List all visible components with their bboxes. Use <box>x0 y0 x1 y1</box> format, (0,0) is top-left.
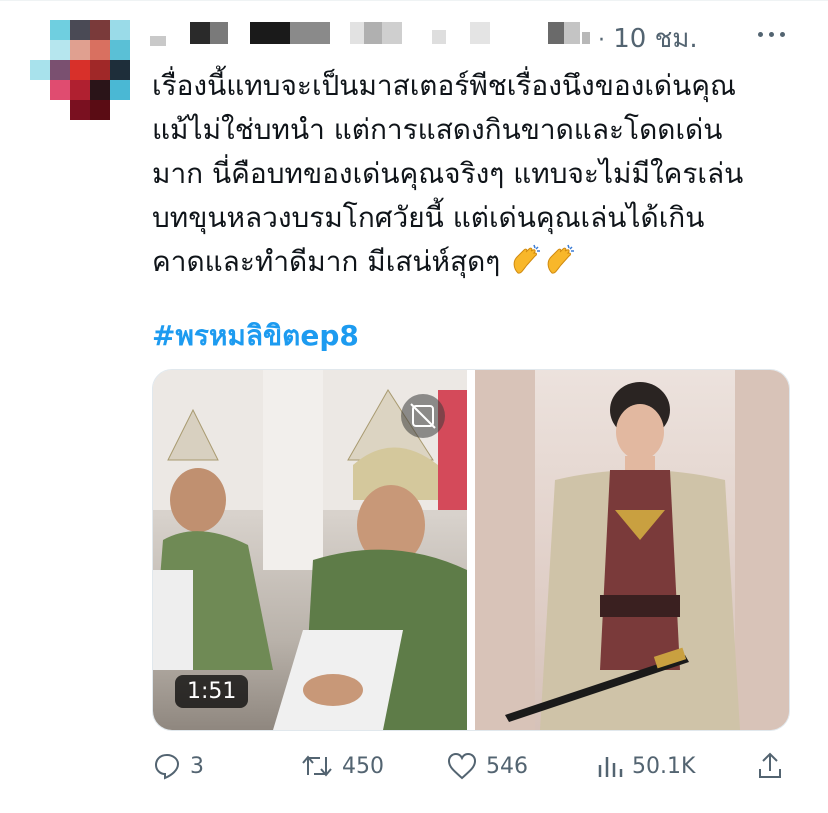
reply-button[interactable]: 3 <box>152 746 204 786</box>
tweet-text: เรื่องนี้แทบจะเป็นมาสเตอร์พีชเรื่องนึงขอ… <box>152 64 802 284</box>
retweet-icon <box>300 751 334 781</box>
photo-thumbnail[interactable] <box>475 370 789 730</box>
share-button[interactable] <box>756 746 784 786</box>
more-options-icon[interactable] <box>752 18 792 48</box>
video-thumbnail[interactable]: 1:51 <box>153 370 467 730</box>
media-gap <box>467 370 475 730</box>
media-grid[interactable]: 1:51 <box>152 369 790 731</box>
top-divider <box>0 0 828 1</box>
video-duration: 1:51 <box>175 675 249 708</box>
reply-count: 3 <box>190 753 204 779</box>
like-count: 546 <box>486 753 528 779</box>
tweet-actions: 3 450 546 50.1K <box>152 746 792 786</box>
share-upload-icon <box>756 751 784 781</box>
avatar[interactable] <box>30 20 130 120</box>
clapping-hands-emoji <box>509 243 543 277</box>
views-button[interactable]: 50.1K <box>596 746 695 786</box>
views-count: 50.1K <box>632 753 696 779</box>
retweet-button[interactable]: 450 <box>300 746 384 786</box>
heart-icon <box>446 751 478 781</box>
retweet-count: 450 <box>342 753 384 779</box>
display-name-obscured[interactable] <box>150 22 600 46</box>
reply-icon <box>152 751 182 781</box>
captions-off-icon[interactable] <box>401 394 445 438</box>
views-bar-chart-icon <box>596 751 624 781</box>
clapping-hands-emoji <box>543 243 577 277</box>
like-button[interactable]: 546 <box>446 746 528 786</box>
post-time[interactable]: · 10 ชม. <box>598 18 698 59</box>
hashtag-link[interactable]: #พรหมลิขิตep8 <box>152 314 359 358</box>
tweet-body: เรื่องนี้แทบจะเป็นมาสเตอร์พีชเรื่องนึงขอ… <box>152 69 744 278</box>
